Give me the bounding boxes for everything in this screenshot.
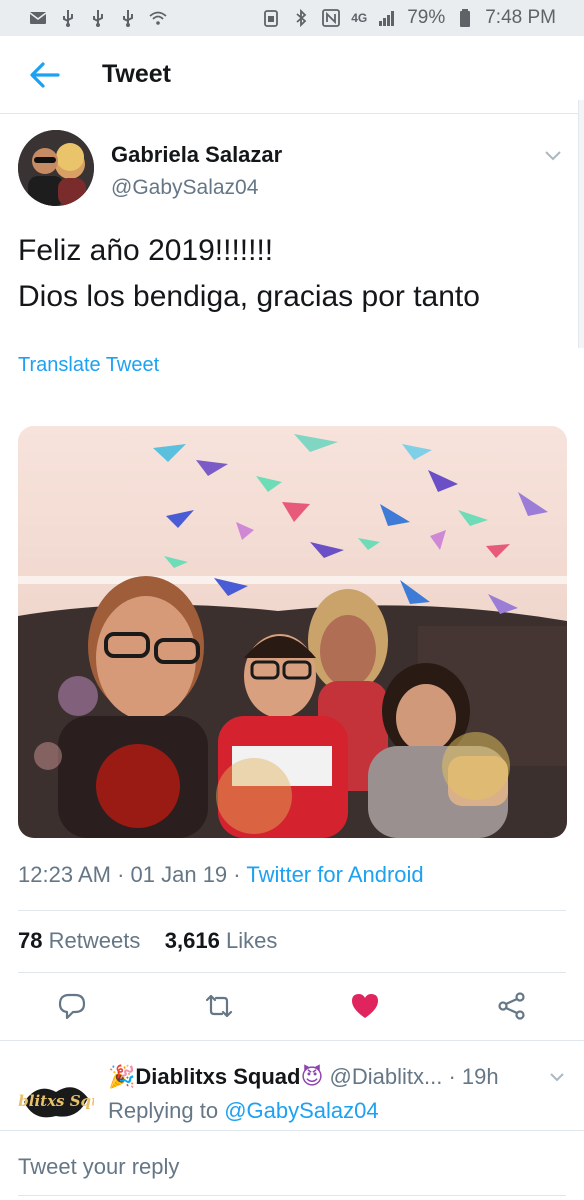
tweet-meta: 12:23 AM · 01 Jan 19 · Twitter for Andro… <box>18 862 424 888</box>
retweet-button[interactable] <box>203 990 235 1022</box>
translate-tweet-link[interactable]: Translate Tweet <box>18 354 159 377</box>
scrollbar[interactable] <box>578 100 584 348</box>
reply-author-name[interactable]: Diablitxs Squad <box>135 1064 300 1089</box>
reply-time: 19h <box>461 1064 499 1089</box>
alarm-icon <box>261 8 281 28</box>
reply-input[interactable] <box>18 1147 566 1187</box>
usb-icon <box>88 8 108 28</box>
tweet-text: Feliz año 2019!!!!!!! Dios los bendiga, … <box>18 228 578 320</box>
retweets-stat[interactable]: 78 Retweets <box>18 928 140 953</box>
tweet-date: 01 Jan 19 <box>130 862 228 887</box>
page-title: Tweet <box>102 60 171 88</box>
heart-icon <box>352 994 379 1018</box>
clock: 7:48 PM <box>485 7 556 28</box>
nfc-icon <box>321 8 341 28</box>
reply-icon <box>58 993 86 1020</box>
likes-label: Likes <box>225 928 278 953</box>
mail-icon <box>28 8 48 28</box>
party-popper-icon: 🎉 <box>108 1064 136 1089</box>
back-button[interactable] <box>0 36 90 114</box>
status-bar-right: 4G 79% 7:48 PM <box>261 7 556 29</box>
replying-to-link[interactable]: @GabySalaz04 <box>224 1098 378 1123</box>
replying-to: Replying to @GabySalaz04 <box>108 1098 379 1124</box>
likes-stat[interactable]: 3,616 Likes <box>165 928 278 953</box>
battery-percent: 79% <box>407 7 446 28</box>
back-arrow-icon <box>30 61 60 88</box>
chevron-down-icon[interactable] <box>540 142 566 168</box>
status-bar: 4G 79% 7:48 PM <box>0 0 584 36</box>
reply-button[interactable] <box>56 990 88 1022</box>
meta-separator: · <box>117 862 125 887</box>
likes-count: 3,616 <box>164 928 220 953</box>
signal-icon <box>377 8 397 28</box>
chevron-down-icon[interactable] <box>546 1066 568 1088</box>
tweet-text-line: Feliz año 2019!!!!!!! <box>18 234 274 267</box>
usb-icon <box>118 8 138 28</box>
author-name[interactable]: Gabriela Salazar <box>111 142 282 168</box>
retweets-label: Retweets <box>48 928 141 953</box>
meta-separator: · <box>233 862 241 887</box>
reply-header: 🎉Diablitxs Squad😈 @Diablitx... · 19h <box>108 1064 548 1090</box>
status-bar-left <box>28 8 168 28</box>
retweet-icon <box>205 994 232 1018</box>
tweet-stats: 78 Retweets 3,616 Likes <box>18 928 277 954</box>
like-button[interactable] <box>349 990 381 1022</box>
usb-icon <box>58 8 78 28</box>
tweet-actions <box>18 978 566 1034</box>
tweet-author: Gabriela Salazar @GabySalaz04 <box>18 130 566 210</box>
wifi-icon <box>148 8 168 28</box>
share-button[interactable] <box>496 990 528 1022</box>
retweets-count: 78 <box>18 928 43 953</box>
replying-to-prefix: Replying to <box>108 1098 219 1123</box>
bluetooth-icon <box>291 8 311 28</box>
tweet-photo[interactable] <box>18 426 567 838</box>
author-handle[interactable]: @GabySalaz04 <box>111 176 258 200</box>
reply-avatar[interactable]: Diablitxs Squad <box>18 1062 94 1138</box>
reply-preview[interactable]: Diablitxs Squad 🎉Diablitxs Squad😈 @Diabl… <box>0 1042 584 1138</box>
meta-separator: · <box>448 1064 456 1089</box>
share-icon <box>498 992 525 1020</box>
divider <box>18 1195 566 1196</box>
reply-composer <box>0 1130 584 1200</box>
divider <box>18 910 566 911</box>
reply-avatar-logo-text: Diablitxs Squad <box>18 1092 94 1110</box>
divider <box>18 972 566 973</box>
reply-author-handle[interactable]: @Diablitx... <box>330 1064 443 1089</box>
tweet-time: 12:23 AM <box>18 862 111 887</box>
battery-icon <box>455 8 475 28</box>
tweet-client-link[interactable]: Twitter for Android <box>246 862 423 887</box>
divider <box>0 1040 584 1041</box>
photo-image <box>18 426 567 838</box>
app-bar: Tweet <box>0 36 584 114</box>
avatar[interactable] <box>18 130 94 206</box>
tweet-text-line: Dios los bendiga, gracias por tanto <box>18 280 480 313</box>
devil-emoji-icon: 😈 <box>300 1064 324 1089</box>
network-type: 4G <box>351 11 368 25</box>
